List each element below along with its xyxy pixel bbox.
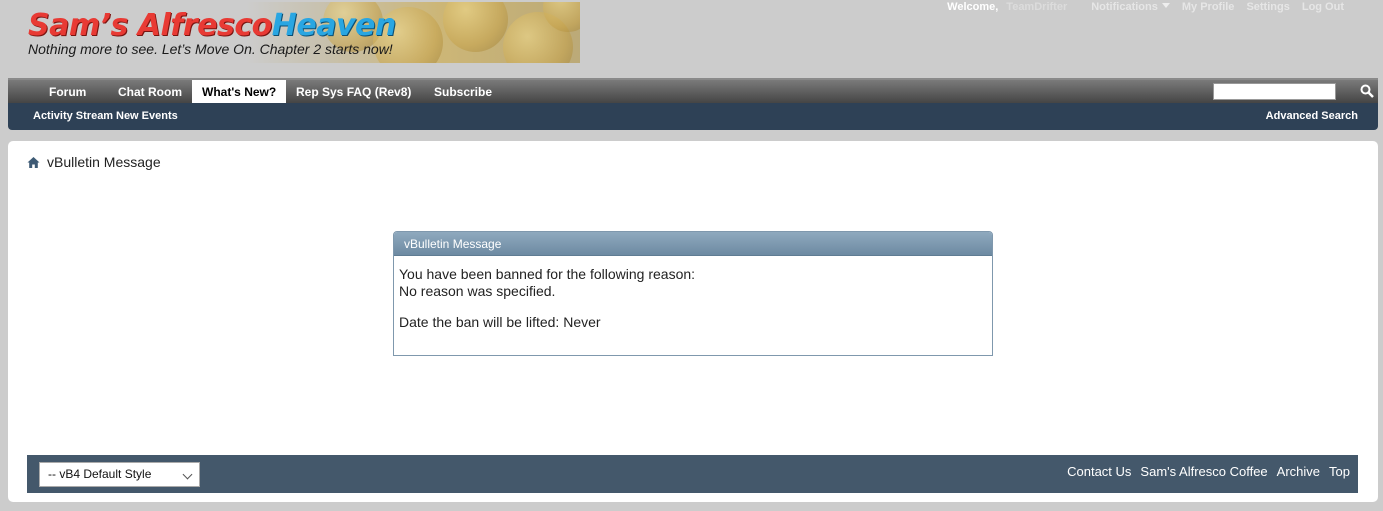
logo-tagline: Nothing more to see. Let’s Move On. Chap… [28, 41, 393, 57]
message-box: vBulletin Message You have been banned f… [393, 231, 993, 356]
contact-us-link[interactable]: Contact Us [1067, 464, 1131, 479]
message-box-body: You have been banned for the following r… [394, 256, 992, 341]
tab-forum[interactable]: Forum [49, 81, 86, 105]
coin-decoration [443, 2, 508, 52]
message-box-heading: vBulletin Message [394, 232, 992, 256]
breadcrumb: vBulletin Message [27, 154, 161, 170]
tab-subscribe[interactable]: Subscribe [434, 81, 492, 105]
style-selector[interactable]: -- vB4 Default Style [39, 462, 200, 487]
style-selector-value: -- vB4 Default Style [48, 467, 152, 481]
home-site-link[interactable]: Sam's Alfresco Coffee [1140, 464, 1267, 479]
notifications-label: Notifications [1091, 1, 1158, 13]
tab-whats-new[interactable]: What's New? [192, 80, 287, 105]
ban-reason-label: You have been banned for the following r… [399, 266, 696, 282]
chevron-down-icon [1161, 3, 1170, 8]
username-link[interactable]: TeamDrifter [1006, 1, 1067, 13]
ban-reason-text: No reason was specified. [399, 283, 556, 299]
site-logo[interactable]: Sam’s AlfrescoHeaven Nothing more to see… [23, 2, 580, 63]
home-icon[interactable] [27, 156, 40, 169]
settings-link[interactable]: Settings [1246, 1, 1289, 13]
logo-title-blue: Heaven [271, 8, 396, 43]
log-out-link[interactable]: Log Out [1302, 1, 1344, 13]
search-icon[interactable] [1360, 84, 1374, 98]
main-content: vBulletin Message vBulletin Message You … [8, 141, 1378, 502]
chevron-down-icon [182, 469, 193, 480]
notifications-menu[interactable]: Notifications [1079, 1, 1170, 13]
top-link[interactable]: Top [1329, 464, 1350, 479]
main-navbar: Forum Chat Room What's New? Rep Sys FAQ … [8, 78, 1378, 105]
page-footer: -- vB4 Default Style Contact Us Sam's Al… [27, 455, 1358, 493]
sub-navbar: Activity Stream New Events Advanced Sear… [8, 103, 1378, 130]
logo-title-red: Sam’s Alfresco [28, 8, 272, 43]
ban-lift-date: Date the ban will be lifted: Never [399, 314, 601, 330]
logo-title: Sam’s AlfrescoHeaven [28, 6, 396, 46]
advanced-search-link[interactable]: Advanced Search [1266, 110, 1358, 122]
my-profile-link[interactable]: My Profile [1182, 1, 1235, 13]
welcome-text: Welcome, [947, 1, 999, 13]
activity-stream-link[interactable]: Activity Stream [33, 110, 113, 122]
archive-link[interactable]: Archive [1277, 464, 1320, 479]
new-events-link[interactable]: New Events [116, 110, 178, 122]
user-toplinks: Welcome, TeamDrifter Notifications My Pr… [947, 1, 1344, 13]
tab-chat-room[interactable]: Chat Room [118, 81, 182, 105]
footer-links: Contact Us Sam's Alfresco Coffee Archive… [1058, 464, 1350, 479]
tab-rep-sys-faq[interactable]: Rep Sys FAQ (Rev8) [296, 81, 411, 105]
page-title: vBulletin Message [47, 154, 161, 170]
search-input[interactable] [1213, 83, 1336, 100]
